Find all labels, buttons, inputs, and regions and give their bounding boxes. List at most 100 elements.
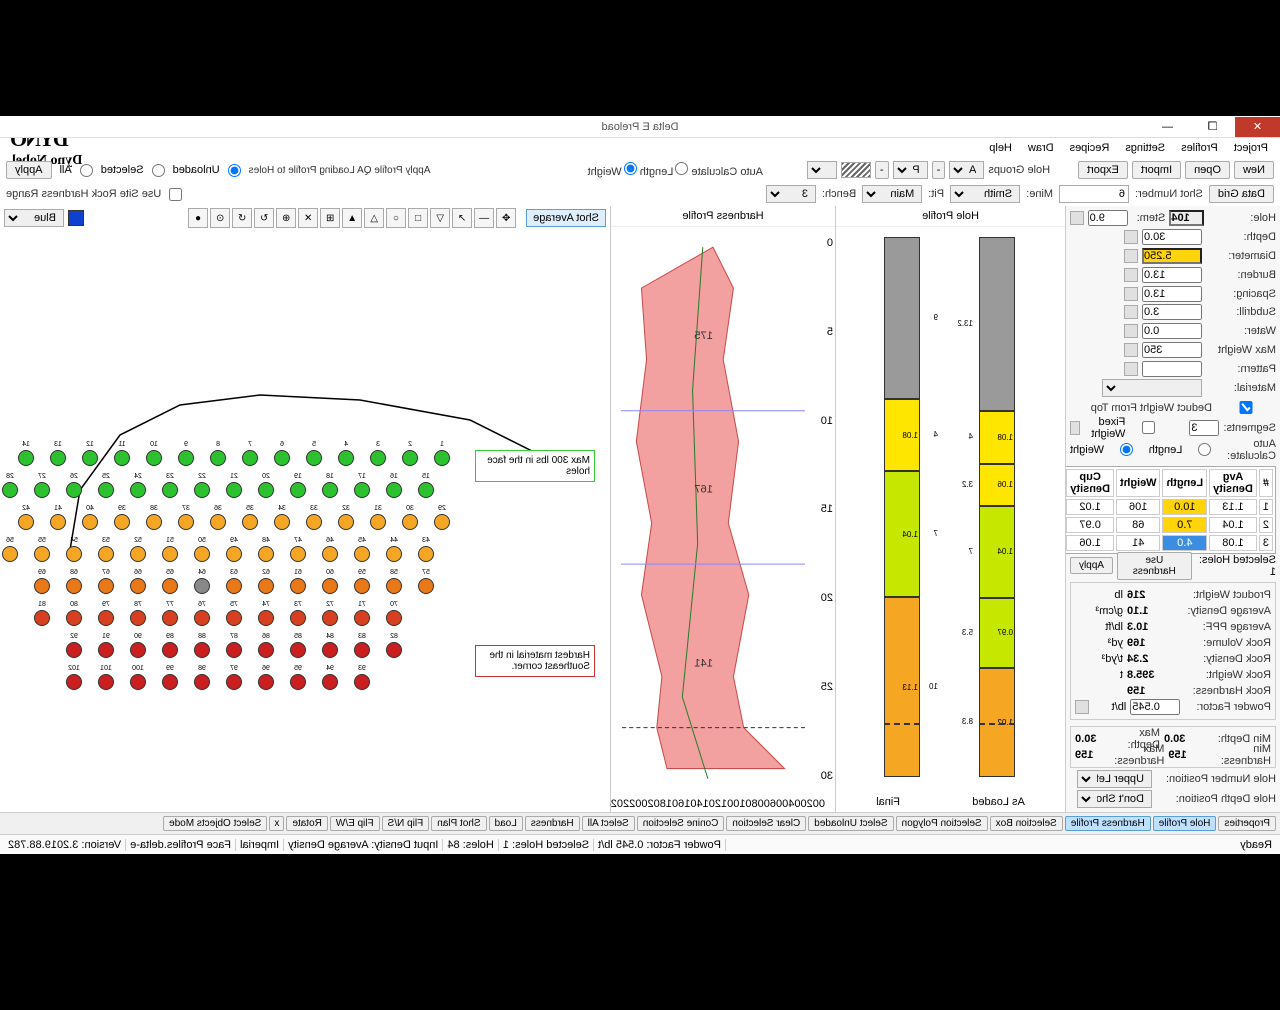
map-hole[interactable]: [386, 546, 402, 562]
map-hole[interactable]: [290, 610, 306, 626]
map-hole[interactable]: [226, 546, 242, 562]
map-hole[interactable]: [226, 674, 242, 690]
shotplan-button[interactable]: Shot Plan: [431, 816, 486, 831]
map-hole[interactable]: [162, 674, 178, 690]
map-tool[interactable]: ✥: [496, 208, 516, 228]
length-radio[interactable]: [675, 162, 688, 175]
map-hole[interactable]: [114, 450, 130, 466]
lock-icon[interactable]: [1124, 230, 1138, 244]
map-hole[interactable]: [386, 610, 402, 626]
map-hole[interactable]: [98, 610, 114, 626]
weight-radio[interactable]: [624, 162, 637, 175]
map-hole[interactable]: [322, 674, 338, 690]
lock-icon[interactable]: [1124, 343, 1138, 357]
hg-minus[interactable]: -: [932, 161, 946, 179]
map-hole[interactable]: [338, 450, 354, 466]
datagrid-button[interactable]: Data Grid: [1209, 185, 1274, 203]
map-hole[interactable]: [162, 546, 178, 562]
apply2-button[interactable]: Apply: [1070, 557, 1113, 574]
map-hole[interactable]: [290, 546, 306, 562]
lock-icon[interactable]: [1124, 287, 1138, 301]
holeprofile-button[interactable]: Hole Profile: [1153, 816, 1217, 831]
map-hole[interactable]: [402, 450, 418, 466]
map-hole[interactable]: [370, 450, 386, 466]
holegroup-p[interactable]: P: [893, 161, 928, 179]
map-hole[interactable]: [66, 610, 82, 626]
lock-icon[interactable]: [1124, 324, 1138, 338]
map-hole[interactable]: [242, 450, 258, 466]
hg-minus2[interactable]: -: [875, 161, 889, 179]
map-hole[interactable]: [18, 514, 34, 530]
selunloaded-button[interactable]: Select Unloaded: [808, 816, 893, 831]
map-hole[interactable]: [322, 610, 338, 626]
water-input[interactable]: [1142, 323, 1202, 339]
apply-button[interactable]: Apply: [6, 161, 52, 179]
map-hole[interactable]: [130, 578, 146, 594]
diameter-input[interactable]: [1142, 248, 1202, 264]
close-button[interactable]: ✕: [1235, 117, 1280, 137]
map-hole[interactable]: [66, 642, 82, 658]
map-hole[interactable]: [130, 674, 146, 690]
holegroup-a[interactable]: A: [949, 161, 984, 179]
pf-input[interactable]: [1130, 699, 1180, 715]
note-green[interactable]: Max 300 lbs in the face holes: [475, 450, 595, 482]
map-tool[interactable]: ▽: [430, 208, 450, 228]
map-hole[interactable]: [354, 642, 370, 658]
shot-average-badge[interactable]: Shot Average: [526, 209, 606, 227]
map-hole[interactable]: [178, 450, 194, 466]
all-radio[interactable]: [80, 164, 93, 177]
usesite-checkbox[interactable]: [169, 188, 182, 201]
menu-help[interactable]: Help: [983, 140, 1018, 156]
menu-settings[interactable]: Settings: [1119, 140, 1171, 156]
load-button[interactable]: Load: [489, 816, 523, 831]
map-hole[interactable]: [210, 514, 226, 530]
map-hole[interactable]: [82, 514, 98, 530]
map-hole[interactable]: [258, 482, 274, 498]
stem-input[interactable]: [1088, 210, 1128, 226]
map-hole[interactable]: [98, 642, 114, 658]
map-hole[interactable]: [226, 610, 242, 626]
map-hole[interactable]: [258, 610, 274, 626]
map-hole[interactable]: [194, 642, 210, 658]
selbox-button[interactable]: Selection Box: [990, 816, 1063, 831]
map-hole[interactable]: [418, 578, 434, 594]
map-hole[interactable]: [130, 610, 146, 626]
menu-project[interactable]: Project: [1228, 140, 1274, 156]
map-tool[interactable]: ▲: [342, 208, 362, 228]
menu-recipes[interactable]: Recipes: [1064, 140, 1116, 156]
map-tool[interactable]: △: [364, 208, 384, 228]
clearsel-button[interactable]: Clear Selection: [726, 816, 806, 831]
map-hole[interactable]: [82, 450, 98, 466]
map-hole[interactable]: [354, 674, 370, 690]
spacing-input[interactable]: [1142, 286, 1202, 302]
map-hole[interactable]: [98, 674, 114, 690]
map-hole[interactable]: [162, 578, 178, 594]
lock-icon[interactable]: [1070, 211, 1084, 225]
restore-button[interactable]: ❐: [1190, 117, 1235, 137]
map-hole[interactable]: [18, 450, 34, 466]
coninesel-button[interactable]: Conine Selection: [637, 816, 725, 831]
map-tool[interactable]: ↺: [232, 208, 252, 228]
map-hole[interactable]: [322, 482, 338, 498]
subdrill-input[interactable]: [1142, 304, 1202, 320]
map-hole[interactable]: [66, 674, 82, 690]
map-hole[interactable]: [258, 642, 274, 658]
burden-input[interactable]: [1142, 267, 1202, 283]
len2-radio[interactable]: [1186, 443, 1223, 456]
map-tool[interactable]: ●: [188, 208, 208, 228]
lock-icon[interactable]: [1124, 249, 1138, 263]
flipns-button[interactable]: Flip N/S: [382, 816, 430, 831]
map-canvas[interactable]: Max 300 lbs in the face holes Hardest ma…: [0, 230, 610, 812]
map-hole[interactable]: [50, 450, 66, 466]
export-button[interactable]: Export: [1078, 161, 1128, 179]
map-hole[interactable]: [290, 642, 306, 658]
map-hole[interactable]: [178, 514, 194, 530]
usehardness-button[interactable]: Use Hardness: [1117, 552, 1192, 580]
map-tool[interactable]: ○: [386, 208, 406, 228]
hardness-button[interactable]: Hardness: [525, 816, 580, 831]
map-hole[interactable]: [194, 610, 210, 626]
map-hole[interactable]: [386, 642, 402, 658]
map-hole[interactable]: [434, 514, 450, 530]
selected-radio[interactable]: [152, 164, 165, 177]
new-button[interactable]: New: [1234, 161, 1274, 179]
